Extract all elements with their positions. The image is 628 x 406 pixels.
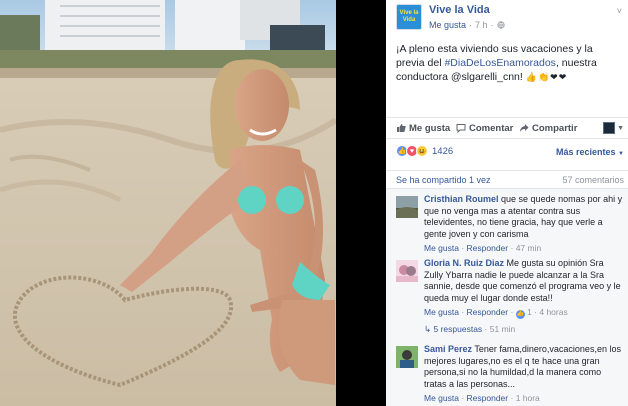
comment-sort-label: Más recientes: [555, 147, 616, 157]
post-emojis: 👍👏❤❤: [525, 72, 568, 82]
post-text: ¡A pleno esta viviendo sus vacaciones y …: [396, 42, 622, 84]
comment-time[interactable]: 1 hora: [516, 393, 540, 403]
globe-icon: [496, 21, 505, 29]
comment-like-count[interactable]: 1: [527, 307, 532, 317]
caret-down-icon: ▼: [617, 124, 624, 132]
like-button-label: Me gusta: [409, 122, 451, 134]
comment-meta: Me gusta · Responder · 👍 1 · 4 horas: [424, 307, 568, 319]
comment-time[interactable]: 47 min: [516, 243, 542, 253]
post-actions-bar: Me gusta Comentar Compartir ▼: [386, 117, 628, 139]
share-arrow-icon: [520, 124, 529, 132]
profile-avatar: [603, 122, 616, 134]
post-as-selector[interactable]: ▼: [603, 122, 624, 134]
like-button[interactable]: Me gusta: [396, 123, 450, 134]
replies-time: 51 min: [489, 324, 516, 334]
post-details-panel: Vive la Vida Vive la Vida Me gusta · 7 h…: [386, 0, 628, 406]
commenter-avatar[interactable]: [396, 196, 418, 218]
comments-count[interactable]: 57 comentarios: [562, 175, 624, 185]
commenter-name[interactable]: Sami Perez: [424, 344, 472, 354]
reply-arrow-icon: ↳: [424, 324, 432, 334]
commenter-name[interactable]: Gloria N. Ruiz Diaz: [424, 258, 504, 268]
beach-photo[interactable]: [0, 0, 336, 406]
comment-reply-link[interactable]: Responder: [467, 307, 509, 317]
photo-backdrop: [336, 0, 386, 406]
page-like-status[interactable]: Me gusta: [429, 20, 466, 30]
like-reaction-icon: 👍: [515, 310, 525, 319]
commenter-avatar[interactable]: [396, 346, 418, 368]
comment-button-label: Comentar: [469, 122, 514, 134]
shares-count-link[interactable]: Se ha compartido 1 vez: [396, 175, 491, 185]
comment-like-link[interactable]: Me gusta: [424, 393, 459, 403]
page-avatar[interactable]: Vive la Vida: [396, 4, 422, 30]
page-name[interactable]: Vive la Vida: [429, 4, 505, 16]
reactions-count: 1426: [432, 145, 454, 157]
caret-down-icon: ▼: [618, 151, 624, 157]
commenter-avatar[interactable]: [396, 260, 418, 282]
shares-comments-row: Se ha compartido 1 vez 57 comentarios: [386, 170, 628, 188]
comment-reply-link[interactable]: Responder: [467, 243, 509, 253]
thumbs-up-icon: [397, 124, 406, 132]
commenter-name[interactable]: Cristhian Roumel: [424, 194, 499, 204]
post-options-chevron-icon[interactable]: ˅: [617, 6, 622, 16]
comment-icon: [456, 124, 466, 133]
separator: ·: [490, 20, 494, 30]
comment-sort-dropdown[interactable]: Más recientes ▼: [556, 147, 624, 157]
comment-like-link[interactable]: Me gusta: [424, 307, 459, 317]
comment-meta: Me gusta · Responder · 47 min: [424, 243, 542, 253]
comment-time[interactable]: 4 horas: [539, 307, 567, 317]
beach-photo-image: [0, 0, 336, 406]
haha-reaction-icon: 😆: [416, 145, 428, 157]
comment-reply-link[interactable]: Responder: [467, 393, 509, 403]
share-button[interactable]: Compartir: [519, 123, 577, 134]
replies-count: 5 respuestas: [433, 324, 483, 334]
hashtag-link[interactable]: #DiaDeLosEnamorados: [444, 57, 555, 69]
comment-like-link[interactable]: Me gusta: [424, 243, 459, 253]
facebook-photo-viewer: Vive la Vida Vive la Vida Me gusta · 7 h…: [0, 0, 628, 406]
post-time[interactable]: 7 h: [475, 20, 488, 30]
post-header: Vive la Vida Vive la Vida Me gusta · 7 h…: [396, 4, 505, 30]
reactions-summary[interactable]: 👍 ♥ 😆 1426: [396, 145, 453, 157]
share-button-label: Compartir: [532, 122, 578, 134]
page-avatar-text: Vive la Vida: [399, 10, 419, 23]
separator: ·: [469, 20, 473, 30]
post-meta: Me gusta · 7 h ·: [429, 20, 505, 30]
comment-meta: Me gusta · Responder · 1 hora: [424, 393, 540, 403]
view-replies-link[interactable]: ↳ 5 respuestas · 51 min: [424, 324, 624, 336]
comment-button[interactable]: Comentar: [456, 123, 513, 134]
